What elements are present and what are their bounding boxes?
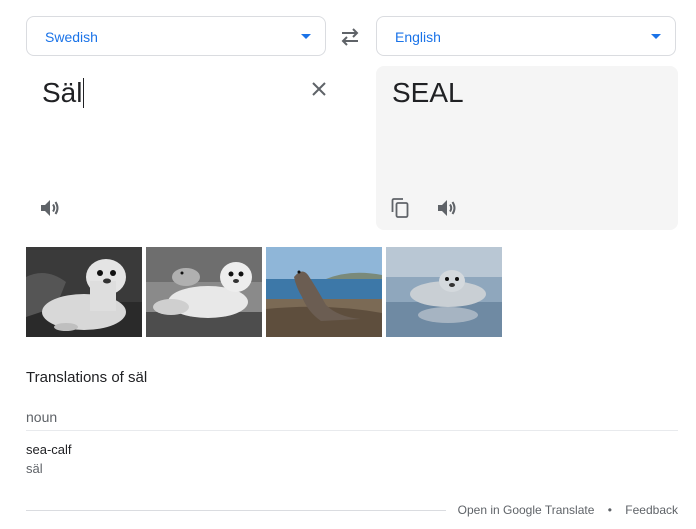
caret-down-icon bbox=[301, 34, 311, 39]
source-panel: Säl bbox=[26, 66, 348, 230]
seal-image-1[interactable] bbox=[26, 247, 142, 337]
text-cursor bbox=[83, 78, 85, 108]
seal-image-2[interactable] bbox=[146, 247, 262, 337]
translations-heading: Translations of säl bbox=[26, 369, 148, 386]
seal-image-3[interactable] bbox=[266, 247, 382, 337]
footer-links: Open in Google Translate • Feedback bbox=[458, 503, 678, 517]
swap-languages-button[interactable] bbox=[336, 24, 364, 50]
seal-image-4[interactable] bbox=[386, 247, 502, 337]
speaker-icon bbox=[438, 200, 456, 216]
translation-entry-back-translation: säl bbox=[26, 461, 43, 476]
open-in-google-translate-link[interactable]: Open in Google Translate bbox=[458, 503, 595, 517]
part-of-speech-label: noun bbox=[26, 409, 58, 425]
copy-icon bbox=[391, 198, 409, 218]
speaker-icon bbox=[41, 200, 59, 216]
target-text: SEAL bbox=[392, 77, 464, 108]
translation-entry-word[interactable]: sea-calf bbox=[26, 442, 72, 457]
copy-translation-button[interactable] bbox=[388, 196, 412, 220]
source-language-label: Swedish bbox=[45, 29, 98, 45]
divider bbox=[26, 430, 678, 431]
footer-divider bbox=[26, 510, 446, 511]
source-text-input[interactable]: Säl bbox=[42, 76, 85, 110]
footer-separator: • bbox=[607, 503, 612, 517]
source-text-value: Säl bbox=[42, 77, 83, 108]
feedback-link[interactable]: Feedback bbox=[625, 503, 678, 517]
image-strip bbox=[26, 247, 506, 337]
listen-source-button[interactable] bbox=[38, 196, 62, 220]
target-language-label: English bbox=[395, 29, 441, 45]
clear-source-button[interactable] bbox=[308, 78, 330, 100]
caret-down-icon bbox=[651, 34, 661, 39]
swap-arrows-icon bbox=[341, 28, 359, 46]
close-icon bbox=[312, 82, 326, 96]
listen-translation-button[interactable] bbox=[435, 196, 459, 220]
target-language-select[interactable]: English bbox=[376, 16, 676, 56]
target-panel: SEAL bbox=[376, 66, 678, 230]
source-language-select[interactable]: Swedish bbox=[26, 16, 326, 56]
